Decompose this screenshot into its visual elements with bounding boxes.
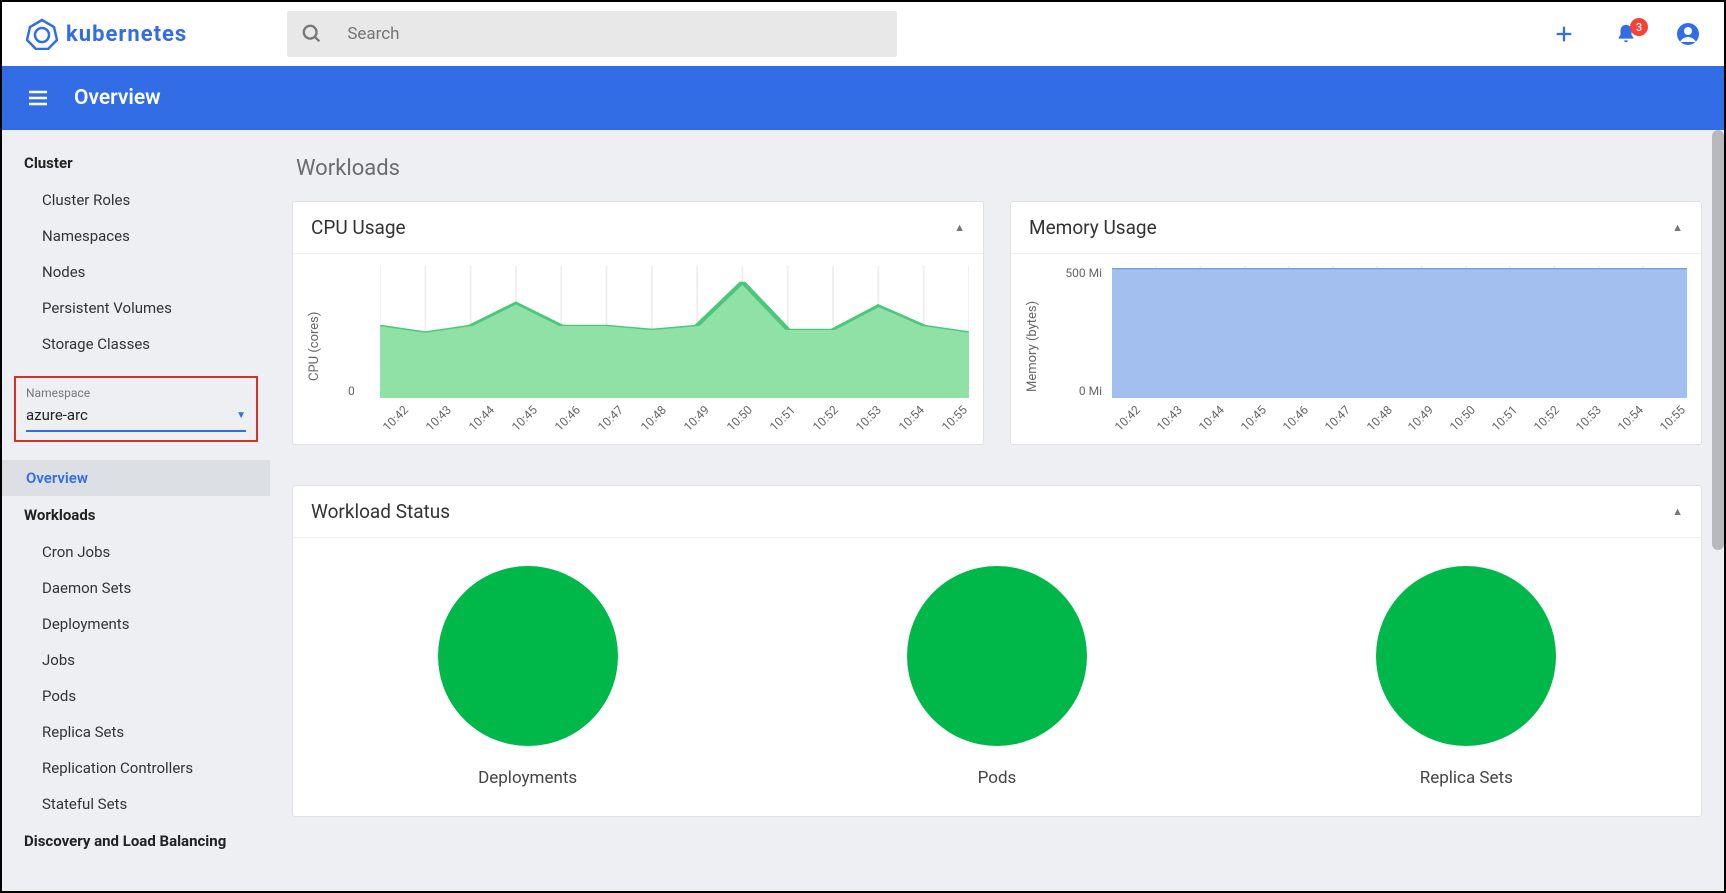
topbar-right: 3: [1552, 22, 1700, 46]
memory-usage-card: Memory Usage ▲ Memory (bytes) 500 Mi 0 M…: [1010, 201, 1702, 445]
page-title: Overview: [74, 86, 161, 110]
cpu-card-title: CPU Usage: [311, 216, 406, 239]
menu-toggle-button[interactable]: [26, 86, 50, 110]
memory-ylabel: Memory (bytes): [1025, 266, 1040, 426]
sidebar-header-cluster: Cluster: [2, 144, 270, 182]
sidebar-item-namespaces[interactable]: Namespaces: [2, 218, 270, 254]
sidebar-item-stateful-sets[interactable]: Stateful Sets: [2, 786, 270, 822]
brand-logo[interactable]: kubernetes: [26, 18, 187, 50]
status-deployments-donut: [438, 566, 618, 746]
content-scrollbar[interactable]: [1712, 130, 1724, 550]
sidebar-item-replica-sets[interactable]: Replica Sets: [2, 714, 270, 750]
status-pods-donut: [907, 566, 1087, 746]
topbar: kubernetes 3: [2, 2, 1724, 66]
namespace-selector: Namespace azure-arc ▼: [14, 376, 258, 442]
dropdown-arrow-icon: ▼: [236, 410, 246, 421]
sidebar-item-cron-jobs[interactable]: Cron Jobs: [2, 534, 270, 570]
content-pane: Workloads CPU Usage ▲ CPU (cores) 0 10:: [270, 130, 1724, 891]
status-pods: Pods: [907, 566, 1087, 788]
namespace-dropdown-value: azure-arc: [26, 406, 88, 424]
status-replica-sets-donut: [1376, 566, 1556, 746]
status-replica-sets: Replica Sets: [1376, 566, 1556, 788]
usage-charts-row: CPU Usage ▲ CPU (cores) 0 10:4210:4310:4…: [292, 201, 1702, 445]
search-box[interactable]: [287, 11, 897, 57]
memory-xticks: 10:4210:4310:4410:4510:4610:4710:4810:49…: [1112, 414, 1687, 428]
status-pods-label: Pods: [978, 768, 1017, 788]
memory-card-title: Memory Usage: [1029, 216, 1157, 239]
notifications-badge: 3: [1630, 18, 1648, 36]
status-card-title: Workload Status: [311, 500, 450, 523]
cpu-xticks: 10:4210:4310:4410:4510:4610:4710:4810:49…: [380, 414, 969, 428]
sidebar-header-discovery: Discovery and Load Balancing: [2, 822, 270, 860]
status-deployments-label: Deployments: [478, 768, 577, 788]
notifications-button[interactable]: 3: [1614, 22, 1638, 46]
memory-card-collapse-icon[interactable]: ▲: [1672, 221, 1683, 234]
sidebar-item-replication-controllers[interactable]: Replication Controllers: [2, 750, 270, 786]
brand-name: kubernetes: [66, 22, 187, 47]
sidebar-item-persistent-volumes[interactable]: Persistent Volumes: [2, 290, 270, 326]
search-input[interactable]: [347, 24, 883, 44]
status-replica-sets-label: Replica Sets: [1420, 768, 1513, 788]
sidebar-item-daemon-sets[interactable]: Daemon Sets: [2, 570, 270, 606]
cpu-yticks: 0: [348, 266, 355, 398]
main-area: Cluster Cluster Roles Namespaces Nodes P…: [2, 130, 1724, 891]
namespace-selector-label: Namespace: [26, 386, 246, 400]
sidebar-item-cluster-roles[interactable]: Cluster Roles: [2, 182, 270, 218]
memory-chart-plot: [1112, 266, 1687, 398]
sidebar-item-pods[interactable]: Pods: [2, 678, 270, 714]
kubernetes-logo-icon: [26, 18, 58, 50]
page-titlebar: Overview: [2, 66, 1724, 130]
search-icon: [301, 22, 323, 46]
section-title: Workloads: [296, 156, 1702, 181]
sidebar-item-deployments[interactable]: Deployments: [2, 606, 270, 642]
cpu-usage-card: CPU Usage ▲ CPU (cores) 0 10:4210:4310:4…: [292, 201, 984, 445]
cpu-card-collapse-icon[interactable]: ▲: [954, 221, 965, 234]
workload-status-card: Workload Status ▲ Deployments Pods Repli…: [292, 485, 1702, 817]
memory-yticks: 500 Mi 0 Mi: [1050, 266, 1102, 398]
cpu-ylabel: CPU (cores): [307, 266, 322, 426]
sidebar-item-nodes[interactable]: Nodes: [2, 254, 270, 290]
create-button[interactable]: [1552, 22, 1576, 46]
sidebar: Cluster Cluster Roles Namespaces Nodes P…: [2, 130, 270, 891]
sidebar-item-overview[interactable]: Overview: [2, 460, 270, 496]
sidebar-item-storage-classes[interactable]: Storage Classes: [2, 326, 270, 362]
sidebar-header-workloads: Workloads: [2, 496, 270, 534]
status-deployments: Deployments: [438, 566, 618, 788]
status-card-collapse-icon[interactable]: ▲: [1672, 505, 1683, 518]
user-account-button[interactable]: [1676, 22, 1700, 46]
namespace-dropdown[interactable]: azure-arc ▼: [26, 406, 246, 432]
sidebar-item-jobs[interactable]: Jobs: [2, 642, 270, 678]
cpu-chart-plot: [380, 266, 969, 398]
